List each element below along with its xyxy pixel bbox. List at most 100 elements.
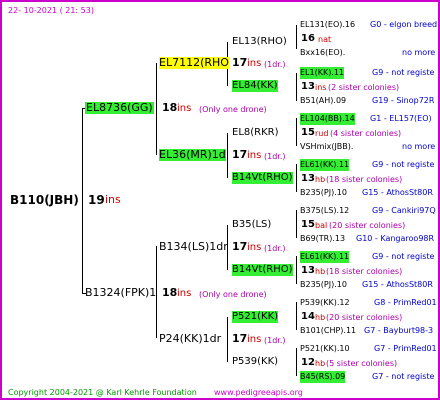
gen4-mating: hb: [315, 175, 326, 184]
gen2-note: (1dr.): [264, 244, 286, 253]
gen2-note: (1dr.): [264, 152, 286, 161]
gen4-drone[interactable]: Bxx16(EO).: [300, 47, 345, 59]
gen4-drone-origin: G7 - Bayburt98-3: [364, 326, 434, 335]
site-url[interactable]: www.pedigreeapis.org: [214, 387, 303, 399]
copyright: Copyright 2004-2021 @ Karl Kehrle Founda…: [8, 388, 197, 397]
gen4-drone[interactable]: B51(AH).09: [300, 95, 346, 107]
root-queen[interactable]: B110(JBH): [10, 194, 79, 206]
gen4-number: 14: [301, 311, 315, 322]
gen4-queen[interactable]: EL61(KK).11: [300, 159, 350, 171]
gen4-queen[interactable]: EL131(EO).16: [300, 19, 355, 31]
gen4-origin: G1 - EL157(EO): [370, 114, 432, 123]
gen4-queen[interactable]: P539(KK).12: [300, 297, 350, 309]
pedigree-frame: 22- 10-2021 ( 21: 53) Copyright 2004-202…: [0, 0, 440, 400]
gen2-queen[interactable]: B134(LS)1dr: [159, 241, 228, 253]
gen4-drone-origin: no more: [402, 142, 436, 151]
gen4-mating: bal: [315, 221, 328, 230]
gen4-origin: G9 - not registe: [372, 68, 435, 77]
gen3-bracket: [296, 73, 297, 101]
gen4-mating: hb: [315, 313, 326, 322]
gen2-bracket: [227, 317, 228, 362]
gen4-queen[interactable]: EL61(KK).11: [300, 251, 350, 263]
gen4-mating: rud: [315, 129, 329, 138]
gen4-mating: ins: [315, 83, 327, 92]
gen1-note: (Only one drone): [199, 290, 267, 299]
gen4-drone-origin: G15 - AthosSt80R: [362, 280, 433, 289]
gen2-ins: ins: [247, 334, 262, 345]
gen2-queen[interactable]: P24(KK)1dr: [159, 333, 221, 345]
gen4-sisters: (5 sister colonies): [326, 359, 398, 368]
gen2-ins: ins: [247, 58, 262, 69]
gen4-origin: G9 - not registe: [372, 252, 435, 261]
gen3-queen[interactable]: B14Vt(RHO): [232, 172, 293, 184]
gen3-bracket: [296, 302, 297, 330]
gen4-sisters: (4 sister colonies): [330, 129, 402, 138]
root-ins: ins: [105, 193, 121, 206]
gen4-drone-origin: G19 - Sinop72R: [372, 96, 435, 105]
gen4-queen[interactable]: EL1(KK).11: [300, 67, 345, 79]
gen4-origin: G8 - PrimRed01: [374, 298, 437, 307]
gen4-queen[interactable]: P521(KK).10: [300, 343, 350, 355]
gen1-queen[interactable]: EL8736(GG): [85, 102, 154, 114]
gen2-ins: ins: [247, 150, 262, 161]
gen4-number: 12: [301, 357, 315, 368]
gen4-drone[interactable]: B69(TR).13: [300, 233, 345, 245]
gen3-queen[interactable]: B14Vt(RHO): [232, 264, 293, 276]
gen4-drone[interactable]: VSHmix(JBB).: [300, 141, 353, 153]
gen2-queen[interactable]: EL7112(RHO: [159, 57, 229, 69]
gen4-number: 13: [301, 265, 315, 276]
gen4-number: 13: [301, 173, 315, 184]
gen4-sisters: (2 sister colonies): [328, 83, 400, 92]
gen2-number: 17: [232, 148, 248, 161]
gen2-queen[interactable]: EL36(MR)1d: [159, 149, 226, 161]
gen3-queen[interactable]: B35(LS): [232, 219, 271, 231]
gen4-drone[interactable]: B235(PJ).10: [300, 187, 347, 199]
gen1-queen[interactable]: B1324(FPK)1: [85, 287, 156, 299]
gen2-ins: ins: [247, 242, 262, 253]
gen4-number: 15: [301, 219, 315, 230]
gen3-queen[interactable]: EL13(RHO): [232, 36, 287, 48]
gen4-drone[interactable]: B235(PJ).10: [300, 279, 347, 291]
gen2-number: 17: [232, 56, 248, 69]
gen4-origin: G7 - PrimRed01: [374, 344, 437, 353]
gen4-origin: G9 - not registe: [372, 160, 435, 169]
root-number: 19: [88, 193, 105, 207]
gen4-mating: nat: [318, 35, 332, 44]
gen4-queen[interactable]: EL104(BB).14: [300, 113, 355, 125]
gen3-queen[interactable]: P521(KK): [232, 311, 279, 323]
gen1-ins: ins: [177, 103, 192, 114]
gen2-note: (1dr.): [264, 60, 286, 69]
gen4-queen[interactable]: B375(LS).12: [300, 205, 349, 217]
gen4-drone[interactable]: B101(CHP).11: [300, 325, 356, 337]
gen3-bracket: [296, 348, 297, 376]
gen4-origin: G0 - elgon breed: [370, 20, 438, 29]
gen3-queen[interactable]: P539(KK): [232, 356, 278, 368]
gen3-queen[interactable]: EL8(RKR): [232, 127, 279, 139]
gen2-number: 17: [232, 332, 248, 345]
gen4-sisters: (18 sister colonies): [326, 267, 403, 276]
gen4-drone-origin: G7 - not registe: [372, 372, 435, 381]
gen3-bracket: [296, 210, 297, 238]
gen3-bracket: [296, 118, 297, 146]
gen4-drone-origin: no more: [402, 48, 436, 57]
gen4-drone-origin: G15 - AthosSt80R: [362, 188, 433, 197]
gen2-note: (1dr.): [264, 336, 286, 345]
gen1-note: (Only one drone): [199, 105, 267, 114]
gen4-drone[interactable]: B45(RS).09: [300, 371, 346, 383]
gen3-bracket: [296, 25, 297, 49]
root-bracket: [82, 108, 83, 293]
gen4-sisters: (20 sister colonies): [326, 313, 403, 322]
gen2-number: 17: [232, 240, 248, 253]
gen4-sisters: (20 sister colonies): [329, 221, 406, 230]
gen4-origin: G9 - Cankiri97Q: [372, 206, 436, 215]
gen4-number: 16: [301, 33, 315, 44]
gen1-number: 18: [162, 101, 178, 114]
gen1-bracket: [156, 63, 157, 155]
gen4-sisters: (18 sister colonies): [326, 175, 403, 184]
gen4-number: 13: [301, 81, 315, 92]
gen4-drone-origin: G10 - Kangaroo98R: [356, 234, 435, 243]
report-date: 22- 10-2021 ( 21: 53): [8, 6, 94, 15]
gen3-queen[interactable]: EL84(KK): [232, 80, 278, 92]
gen3-bracket: [296, 256, 297, 284]
gen2-bracket: [227, 133, 228, 178]
